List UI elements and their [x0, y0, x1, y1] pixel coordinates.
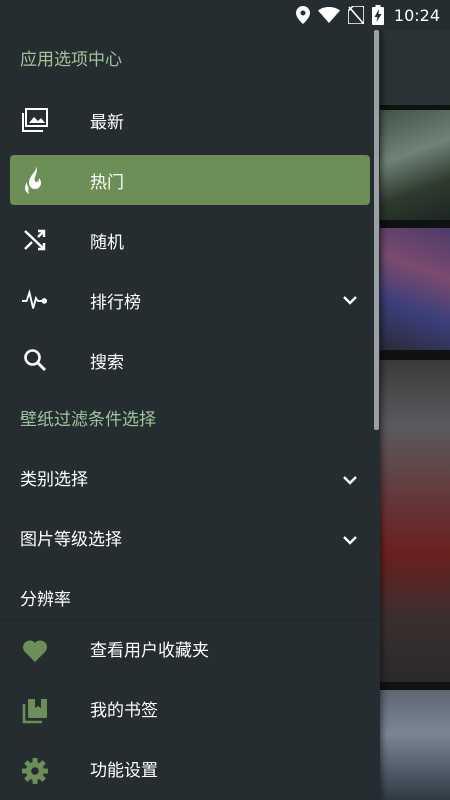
- search-icon: [22, 347, 48, 373]
- menu-item-label: 我的书签: [90, 701, 158, 721]
- filter-label: 类别选择: [20, 470, 88, 490]
- section-header-app-options: 应用选项中心: [20, 50, 122, 70]
- menu-item-settings[interactable]: 功能设置: [0, 741, 380, 800]
- wallpaper-thumbnail[interactable]: [380, 228, 450, 350]
- chevron-down-icon[interactable]: [340, 290, 360, 310]
- filter-label: 图片等级选择: [20, 530, 122, 550]
- no-sim-icon: [347, 6, 364, 24]
- chevron-down-icon[interactable]: [340, 470, 360, 490]
- clock-time: 10:24: [393, 5, 440, 25]
- nav-item-random[interactable]: 随机: [10, 215, 370, 265]
- menu-item-label: 查看用户收藏夹: [90, 641, 209, 661]
- drawer-footer: 查看用户收藏夹 我的书签 功能设置: [0, 620, 380, 800]
- menu-item-bookmarks[interactable]: 我的书签: [0, 681, 380, 741]
- wallpaper-thumbnail[interactable]: [380, 360, 450, 682]
- chevron-down-icon[interactable]: [340, 530, 360, 550]
- filter-image-level[interactable]: 图片等级选择: [0, 510, 380, 570]
- nav-item-label: 搜索: [90, 352, 124, 373]
- images-icon: [22, 107, 48, 133]
- navigation-drawer: 应用选项中心 最新 热门 随机 排行榜 搜索 壁纸过滤条件选择 类别选择 图片等…: [0, 30, 380, 800]
- section-header-filters: 壁纸过滤条件选择: [20, 410, 156, 430]
- bookmarks-icon: [22, 698, 48, 724]
- nav-item-label: 随机: [90, 232, 124, 253]
- nav-item-rankings[interactable]: 排行榜: [10, 275, 370, 325]
- heart-icon: [22, 638, 48, 664]
- nav-item-search[interactable]: 搜索: [10, 335, 370, 385]
- wallpaper-gallery: [380, 30, 450, 800]
- filter-category[interactable]: 类别选择: [0, 450, 380, 510]
- nav-item-popular[interactable]: 热门: [10, 155, 370, 205]
- nav-item-label: 热门: [90, 172, 124, 193]
- gear-icon: [22, 758, 48, 784]
- battery-charging-icon: [371, 5, 384, 25]
- nav-item-label: 排行榜: [90, 292, 141, 313]
- menu-item-favorites[interactable]: 查看用户收藏夹: [0, 621, 380, 681]
- shuffle-icon: [22, 227, 48, 253]
- pulse-icon: [22, 287, 48, 313]
- wifi-icon: [317, 7, 340, 23]
- nav-item-label: 最新: [90, 112, 124, 133]
- menu-item-label: 功能设置: [90, 761, 158, 781]
- location-icon: [295, 6, 310, 24]
- drawer-scrollbar[interactable]: [374, 30, 379, 430]
- app-bar: [380, 30, 450, 105]
- status-bar: 10:24: [0, 0, 450, 30]
- nav-item-latest[interactable]: 最新: [10, 95, 370, 145]
- fire-icon: [22, 166, 48, 194]
- wallpaper-thumbnail[interactable]: [380, 110, 450, 220]
- wallpaper-thumbnail[interactable]: [380, 690, 450, 800]
